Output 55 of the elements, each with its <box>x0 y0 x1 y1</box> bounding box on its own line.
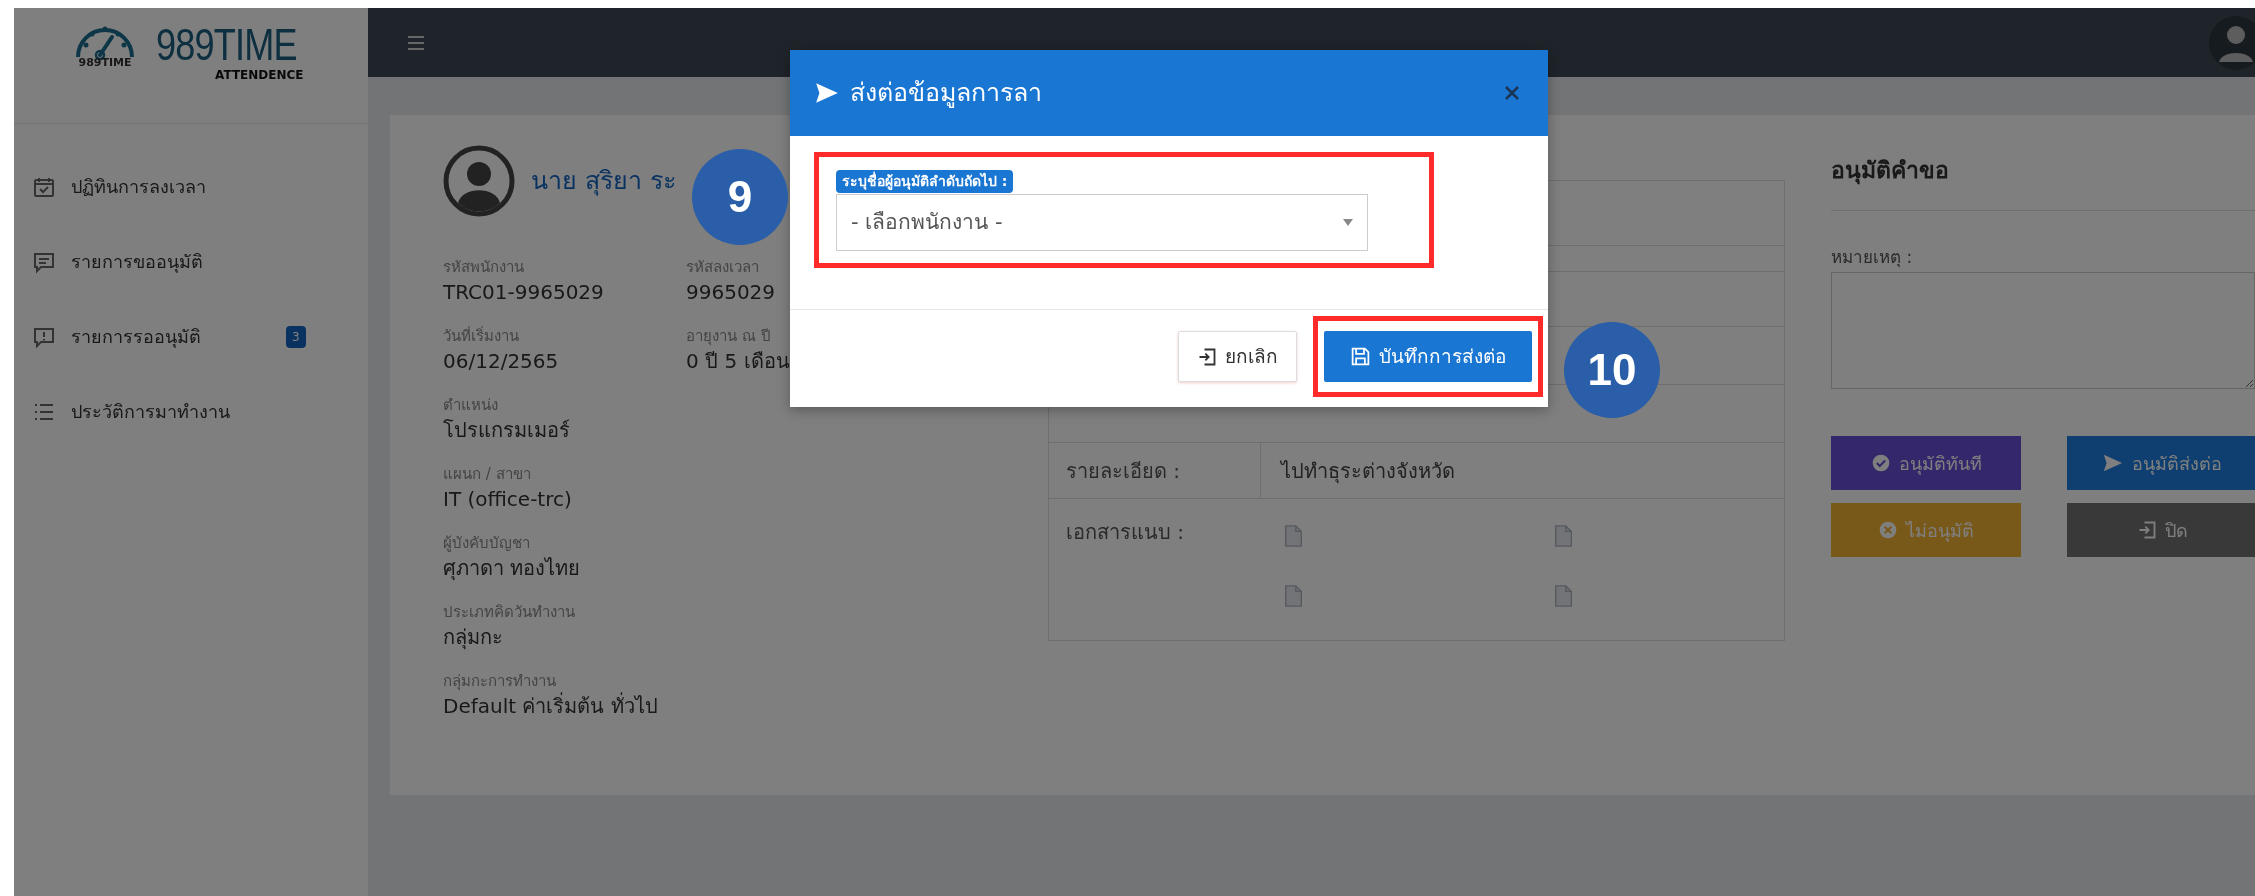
cancel-button[interactable]: ยกเลิก <box>1178 331 1297 382</box>
remark-label: หมายเหตุ : <box>1831 245 1914 270</box>
field-value: กลุ่มกะ <box>443 624 504 652</box>
send-icon <box>2102 452 2124 474</box>
logo-text: 989TIME <box>156 23 297 67</box>
employee-name: นาย สุริยา ระ <box>531 165 676 198</box>
panel-title: อนุมัติคำขอ <box>1831 153 2255 211</box>
exit-icon <box>1197 346 1217 367</box>
avatar-icon <box>443 145 515 217</box>
send-icon <box>814 80 840 106</box>
field-label: แผนก / สาขา <box>443 464 532 484</box>
logo-caption: 989TIME <box>78 57 132 68</box>
approve-button[interactable]: อนุมัติทันที <box>1831 436 2021 490</box>
file-icon <box>1283 583 1305 609</box>
field-label: รหัสพนักงาน <box>443 257 525 277</box>
check-circle-icon <box>1870 453 1891 473</box>
field-value: TRC01-9965029 <box>443 279 605 306</box>
field-value: 0 ปี 5 เดือน <box>686 348 791 375</box>
close-icon <box>1504 85 1520 101</box>
employee-select[interactable]: - เลือกพนักงาน - <box>836 194 1368 251</box>
field-label: รหัสลงเวลา <box>686 257 760 277</box>
x-circle-icon <box>1878 520 1898 540</box>
sidebar-item[interactable]: ปฏิทินการลงเวลา <box>14 149 368 224</box>
logo-subtitle: ATTENDENCE <box>215 69 304 81</box>
field-label: วันที่เริ่มงาน <box>443 326 520 346</box>
count-badge: 3 <box>286 325 306 348</box>
caret-icon <box>1343 219 1353 226</box>
field-value: 06/12/2565 <box>443 348 560 375</box>
file-icon <box>1553 583 1575 609</box>
field-label: ประเภทคิดวันทำงาน <box>443 602 576 622</box>
sidebar-item[interactable]: รายการขออนุมัติ <box>14 224 368 299</box>
user-avatar-icon[interactable] <box>2209 15 2255 70</box>
modal-title: ส่งต่อข้อมูลการลา <box>814 74 1042 112</box>
detail-value: ไปทำธุระต่างจังหวัด <box>1279 457 1455 486</box>
field-label: อายุงาน ณ ปี <box>686 326 772 346</box>
save-button[interactable]: บันทึกการส่งต่อ <box>1324 331 1532 382</box>
detail-label: รายละเอียด : <box>1049 443 1261 498</box>
field-value: Default ค่าเริ่มต้น ทั่วไป <box>443 691 659 720</box>
field-value: โปรแกรมเมอร์ <box>443 417 571 444</box>
file-icon <box>1553 523 1575 549</box>
attachments-label: เอกสารแนบ : <box>1065 519 1186 546</box>
save-icon <box>1350 346 1371 367</box>
file-icon <box>1283 523 1305 549</box>
field-label: ระบุชื่อผู้อนุมัติลำดับถัดไป : <box>836 170 1014 193</box>
field-value: IT (office-trc) <box>443 486 573 513</box>
field-value: ศุภาดา ทองไทย <box>443 555 582 583</box>
close-button[interactable]: ปิด <box>2067 503 2255 557</box>
forward-button[interactable]: อนุมัติส่งต่อ <box>2067 436 2255 490</box>
field-label: ตำแหน่ง <box>443 395 499 415</box>
sidebar-item[interactable]: รายการรออนุมัติ 3 <box>14 299 368 374</box>
field-label: ผู้บังคับบัญชา <box>443 533 531 553</box>
sidebar-item[interactable]: ประวัติการมาทำงาน <box>14 374 368 449</box>
field-value: 9965029 <box>686 279 777 306</box>
remark-field[interactable] <box>1831 272 2255 389</box>
field-label: กลุ่มกะการทำงาน <box>443 671 557 691</box>
